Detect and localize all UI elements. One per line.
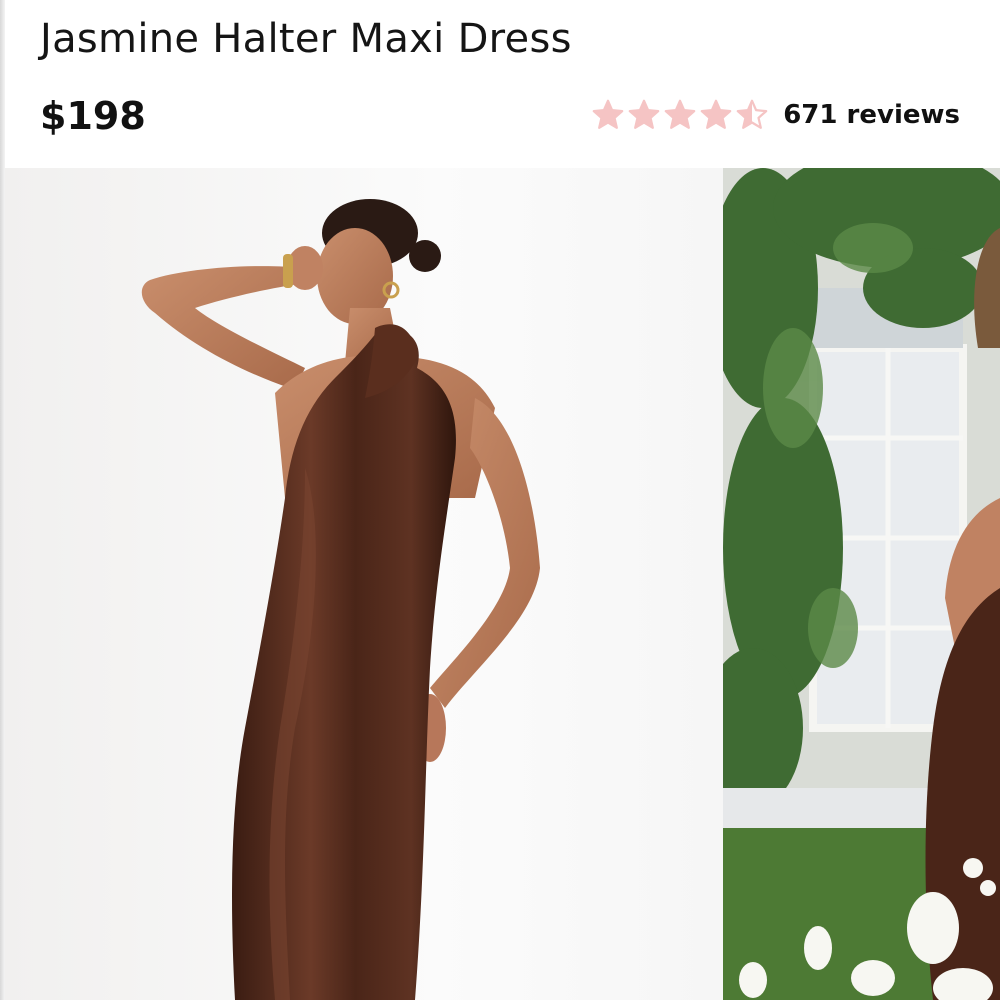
product-price: $198 <box>40 94 146 138</box>
star-full-icon <box>700 99 732 129</box>
star-full-icon <box>664 99 696 129</box>
gallery-image-1[interactable] <box>5 168 723 1000</box>
model-outdoor-image <box>723 168 1000 1000</box>
product-image-gallery[interactable] <box>5 168 1000 1000</box>
rating-summary[interactable]: 671 reviews <box>591 98 960 132</box>
product-page: Jasmine Halter Maxi Dress $198 671 revie… <box>0 0 1000 1000</box>
star-full-icon <box>592 99 624 129</box>
product-title: Jasmine Halter Maxi Dress <box>40 16 572 62</box>
star-rating <box>591 98 769 132</box>
model-studio-image <box>141 199 540 1000</box>
star-half-icon <box>736 99 768 129</box>
reviews-link[interactable]: 671 reviews <box>783 100 960 130</box>
star-full-icon <box>628 99 660 129</box>
gallery-image-2[interactable] <box>723 168 1000 1000</box>
